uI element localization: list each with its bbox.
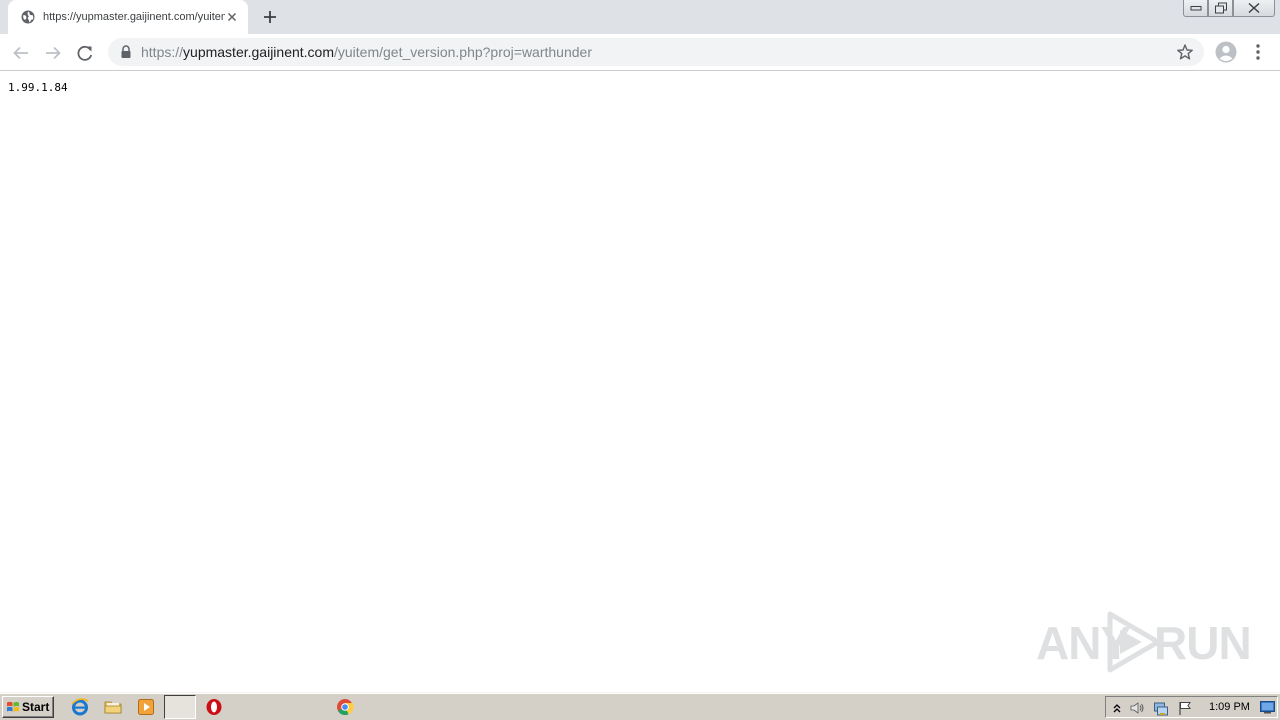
minimize-button[interactable] <box>1183 0 1208 17</box>
new-tab-icon[interactable] <box>260 7 280 27</box>
chrome-icon <box>337 699 354 715</box>
taskbar: Start 1:09 PM <box>0 692 1280 720</box>
close-window-button[interactable] <box>1233 0 1275 17</box>
restore-button[interactable] <box>1208 0 1233 17</box>
minimize-icon <box>1190 6 1201 11</box>
network-icon[interactable] <box>1153 700 1169 716</box>
close-tab-icon[interactable] <box>224 9 240 25</box>
show-hidden-icons-icon[interactable] <box>1109 700 1125 716</box>
address-bar[interactable]: https://yupmaster.gaijinent.com/yuitem/g… <box>108 38 1204 66</box>
reload-icon[interactable] <box>73 41 97 65</box>
more-menu-icon[interactable] <box>1250 42 1266 62</box>
volume-icon[interactable] <box>1129 700 1145 716</box>
start-label: Start <box>22 700 50 714</box>
windows-logo-icon <box>7 701 19 712</box>
restore-icon <box>1214 2 1227 14</box>
back-arrow-icon[interactable] <box>9 41 33 65</box>
bookmark-star-icon[interactable] <box>1176 43 1194 61</box>
anyrun-watermark: ANY RUN <box>1036 608 1252 674</box>
globe-icon <box>21 10 35 24</box>
start-button[interactable]: Start <box>2 696 54 718</box>
browser-toolbar: https://yupmaster.gaijinent.com/yuitem/g… <box>0 34 1280 71</box>
folder-icon[interactable] <box>104 698 122 716</box>
url-host: yupmaster.gaijinent.com <box>183 44 334 60</box>
close-icon <box>1248 2 1260 14</box>
browser-tab-strip: https://yupmaster.gaijinent.com/yuitem/g… <box>0 0 1280 34</box>
ie-icon[interactable] <box>71 698 89 716</box>
show-desktop-icon[interactable] <box>1260 700 1275 714</box>
tab-active[interactable]: https://yupmaster.gaijinent.com/yuitem/g… <box>8 0 248 34</box>
profile-avatar-icon[interactable] <box>1215 41 1237 63</box>
page-content: 1.99.1.84 ANY RUN <box>0 72 1280 692</box>
taskbar-chrome-button[interactable] <box>164 695 354 719</box>
tab-title: https://yupmaster.gaijinent.com/yuitem/g… <box>43 11 225 23</box>
url-path: /yuitem/get_version.php?proj=warthunder <box>334 44 592 60</box>
media-player-icon[interactable] <box>137 698 155 716</box>
version-text: 1.99.1.84 <box>8 81 68 94</box>
clock[interactable]: 1:09 PM <box>1209 701 1250 714</box>
url-scheme: https:// <box>141 44 184 60</box>
watermark-right-text: RUN <box>1154 617 1252 669</box>
action-center-flag-icon[interactable] <box>1177 700 1193 716</box>
system-tray: 1:09 PM <box>1105 696 1278 718</box>
forward-arrow-icon[interactable] <box>41 41 65 65</box>
lock-icon[interactable] <box>120 45 132 59</box>
opera-icon[interactable] <box>205 698 223 716</box>
url-text[interactable]: https://yupmaster.gaijinent.com/yuitem/g… <box>141 44 592 60</box>
